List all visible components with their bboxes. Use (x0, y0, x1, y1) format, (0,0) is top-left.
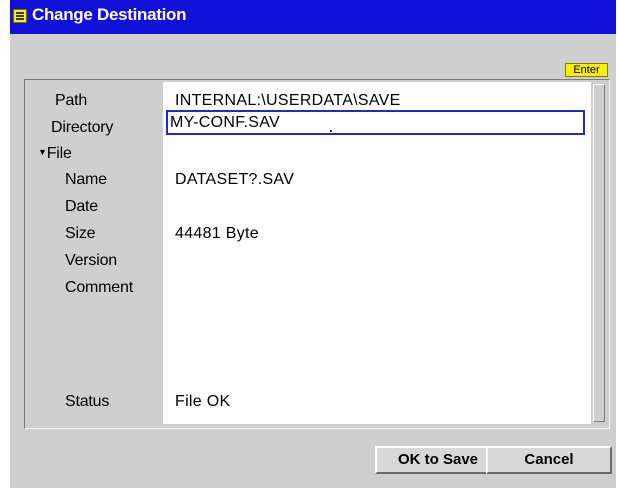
scrollbar-thumb[interactable] (593, 84, 605, 422)
name-value: DATASET?.SAV (175, 171, 295, 188)
directory-input[interactable] (170, 112, 570, 133)
path-value: INTERNAL:\USERDATA\SAVE (175, 92, 401, 109)
date-label: Date (65, 198, 98, 215)
values-column: INTERNAL:\USERDATA\SAVE DATASET?.SAV 444… (163, 82, 591, 424)
dialog-title: Change Destination (32, 5, 187, 24)
name-label: Name (65, 171, 107, 188)
triangle-down-icon: ▼ (38, 147, 47, 157)
title-bar: Change Destination (10, 0, 616, 34)
size-value: 44481 Byte (175, 225, 259, 242)
dialog-menu-icon[interactable] (13, 9, 27, 23)
labels-column: Path Directory ▼File Name Date Size Vers… (25, 80, 163, 428)
cancel-button[interactable]: Cancel (486, 446, 612, 474)
status-label: Status (65, 393, 110, 410)
file-group-toggle[interactable]: ▼File (38, 145, 72, 163)
status-value: File OK (175, 393, 231, 410)
directory-field[interactable] (166, 110, 585, 135)
comment-label: Comment (65, 279, 133, 296)
enter-key-badge: Enter (565, 63, 608, 77)
version-label: Version (65, 252, 117, 269)
directory-label: Directory (51, 119, 114, 136)
file-info-panel: Path Directory ▼File Name Date Size Vers… (24, 79, 610, 429)
size-label: Size (65, 225, 96, 242)
ok-to-save-button[interactable]: OK to Save (375, 446, 501, 474)
change-destination-dialog: Change Destination Path Directory ▼File … (10, 0, 616, 488)
file-group-label: File (46, 145, 72, 162)
text-cursor (330, 130, 332, 132)
path-label: Path (55, 92, 88, 109)
vertical-scrollbar[interactable] (591, 82, 607, 424)
